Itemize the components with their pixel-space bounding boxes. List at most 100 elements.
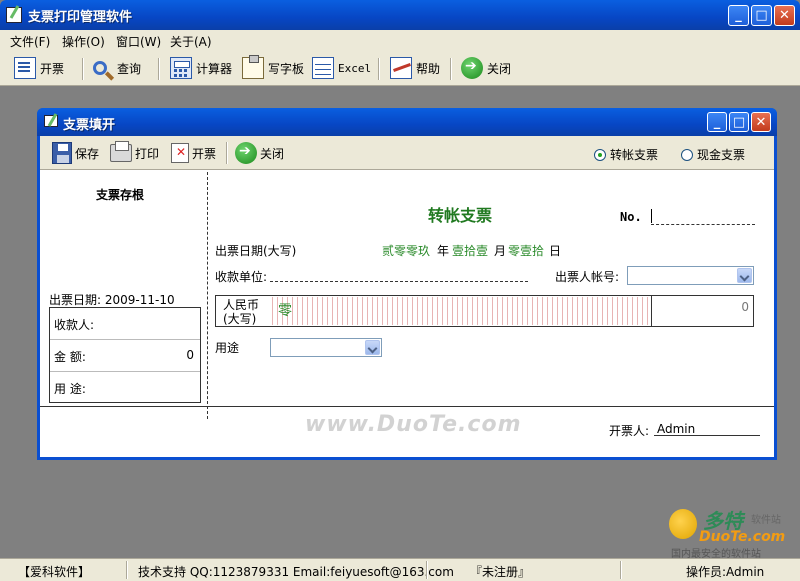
stub-purpose-label: 用 途: xyxy=(54,382,86,396)
save-icon xyxy=(52,142,72,164)
stub-purpose-row: 用 途: xyxy=(50,372,200,404)
stub-date: 出票日期: 2009-11-10 xyxy=(49,291,175,308)
mascot-icon xyxy=(669,509,697,539)
wordpad-button[interactable]: 写字板 xyxy=(242,55,305,80)
exit-arrow-icon xyxy=(235,142,257,164)
chevron-down-icon xyxy=(365,340,380,355)
check-number-input[interactable] xyxy=(651,207,755,225)
toolbar-separator xyxy=(226,142,228,164)
excel-button[interactable]: Excel xyxy=(312,56,371,80)
menu-bar: 文件(F) 操作(O) 窗口(W) 关于(A) xyxy=(0,30,800,50)
stub-title: 支票存根 xyxy=(96,188,145,202)
purpose-label: 用途 xyxy=(215,341,240,355)
help-label: 帮助 xyxy=(416,61,441,76)
check-type-title: 转帐支票 xyxy=(428,206,493,225)
check-number-label: No. xyxy=(620,210,642,224)
status-registration: 『未注册』 xyxy=(470,565,531,579)
month-unit: 月 xyxy=(494,244,507,258)
year-unit: 年 xyxy=(437,244,450,258)
calculator-button[interactable]: 计算器 xyxy=(170,56,232,80)
issue-month-value: 壹拾壹 xyxy=(452,244,489,258)
menu-window[interactable]: 窗口(W) xyxy=(116,33,161,50)
status-company: 【爱科软件】 xyxy=(18,565,91,579)
amount-box: 人民币 (大写) 零 0 xyxy=(215,295,754,327)
status-support: 技术支持 QQ:1123879331 Email:feiyuesoft@163.… xyxy=(138,565,454,579)
close-child-button[interactable]: 关闭 xyxy=(235,141,284,165)
child-close-button[interactable]: ✕ xyxy=(751,112,771,132)
delete-icon xyxy=(171,143,189,163)
close-app-button[interactable]: 关闭 xyxy=(461,56,511,80)
maximize-button[interactable]: □ xyxy=(751,5,772,26)
save-button[interactable]: 保存 xyxy=(52,141,99,165)
menu-about[interactable]: 关于(A) xyxy=(170,33,212,50)
minimize-button[interactable]: _ xyxy=(728,5,749,26)
amount-separator xyxy=(651,296,652,326)
radio-cash-label: 现金支票 xyxy=(697,148,746,162)
toolbar-separator xyxy=(450,58,452,80)
account-select[interactable] xyxy=(627,266,754,285)
close-label: 关闭 xyxy=(487,61,512,76)
calculator-label: 计算器 xyxy=(196,61,233,76)
exit-arrow-icon xyxy=(461,57,483,79)
account-label: 出票人帐号: xyxy=(555,270,620,284)
footer-divider xyxy=(40,406,774,407)
payee-label: 收款单位: xyxy=(215,270,268,284)
issue-check-label: 开票 xyxy=(192,146,217,161)
issue-label: 开票 xyxy=(40,61,65,76)
child-title: 支票填开 xyxy=(63,118,116,133)
close-button[interactable]: ✕ xyxy=(774,5,795,26)
menu-file[interactable]: 文件(F) xyxy=(10,33,50,50)
stub-divider xyxy=(207,172,208,419)
issuer-value: Admin xyxy=(657,422,696,436)
menu-operation[interactable]: 操作(O) xyxy=(62,33,105,50)
status-separator xyxy=(620,561,622,579)
child-minimize-button[interactable]: _ xyxy=(707,112,727,132)
help-button[interactable]: 帮助 xyxy=(390,56,440,80)
stub-payee-row: 收款人: xyxy=(50,308,200,340)
status-bar: 【爱科软件】 技术支持 QQ:1123879331 Email:feiyueso… xyxy=(0,558,800,581)
stub-amount-row: 金 额: 0 xyxy=(50,340,200,372)
clipboard-icon xyxy=(242,55,264,79)
amount-words-value: 零 xyxy=(278,303,292,319)
amount-number-input[interactable]: 0 xyxy=(741,300,749,314)
spreadsheet-icon xyxy=(312,57,334,79)
issuer-label: 开票人: xyxy=(609,424,650,438)
document-icon xyxy=(14,57,36,79)
main-toolbar: 开票 查询 计算器 写字板 Excel 帮助 关闭 xyxy=(0,50,800,86)
stub-date-value: 2009-11-10 xyxy=(104,293,175,307)
child-toolbar: 保存 打印 开票 关闭 转帐支票 现金支票 xyxy=(40,136,774,170)
toolbar-separator xyxy=(82,58,84,80)
save-label: 保存 xyxy=(75,146,100,161)
child-maximize-button[interactable]: □ xyxy=(729,112,749,132)
stub-amount-label: 金 额: xyxy=(54,350,86,364)
payee-input[interactable] xyxy=(270,266,528,282)
printer-icon xyxy=(110,141,132,162)
wordpad-label: 写字板 xyxy=(268,61,305,76)
rmb-label-line1: 人民币 xyxy=(223,298,260,312)
radio-selected-icon xyxy=(594,148,606,161)
status-separator xyxy=(126,561,128,579)
purpose-select[interactable] xyxy=(270,338,382,357)
issue-button[interactable]: 开票 xyxy=(14,56,64,80)
issue-check-button[interactable]: 开票 xyxy=(171,141,216,165)
print-label: 打印 xyxy=(135,146,160,161)
amount-words-grid xyxy=(268,297,650,325)
chevron-down-icon xyxy=(737,268,752,283)
status-separator xyxy=(426,561,428,579)
day-unit: 日 xyxy=(549,244,562,258)
issue-date-label: 出票日期(大写) xyxy=(215,244,297,258)
radio-transfer-label: 转帐支票 xyxy=(610,148,659,162)
radio-unselected-icon xyxy=(681,148,693,161)
print-button[interactable]: 打印 xyxy=(110,141,159,165)
query-button[interactable]: 查询 xyxy=(93,56,141,80)
status-operator: 操作员:Admin xyxy=(686,565,765,579)
app-title-bar[interactable]: 支票打印管理软件 _ □ ✕ xyxy=(0,0,800,30)
logo-domain: DuoTe.com xyxy=(699,529,786,545)
radio-cash[interactable]: 现金支票 xyxy=(681,146,745,163)
logo-subtitle: 软件站 xyxy=(751,515,781,526)
issuer-underline xyxy=(654,435,760,436)
help-icon xyxy=(390,57,412,79)
child-title-bar[interactable]: 支票填开 _ □ ✕ xyxy=(37,108,777,136)
child-window-icon xyxy=(44,115,58,127)
radio-transfer[interactable]: 转帐支票 xyxy=(594,146,658,163)
